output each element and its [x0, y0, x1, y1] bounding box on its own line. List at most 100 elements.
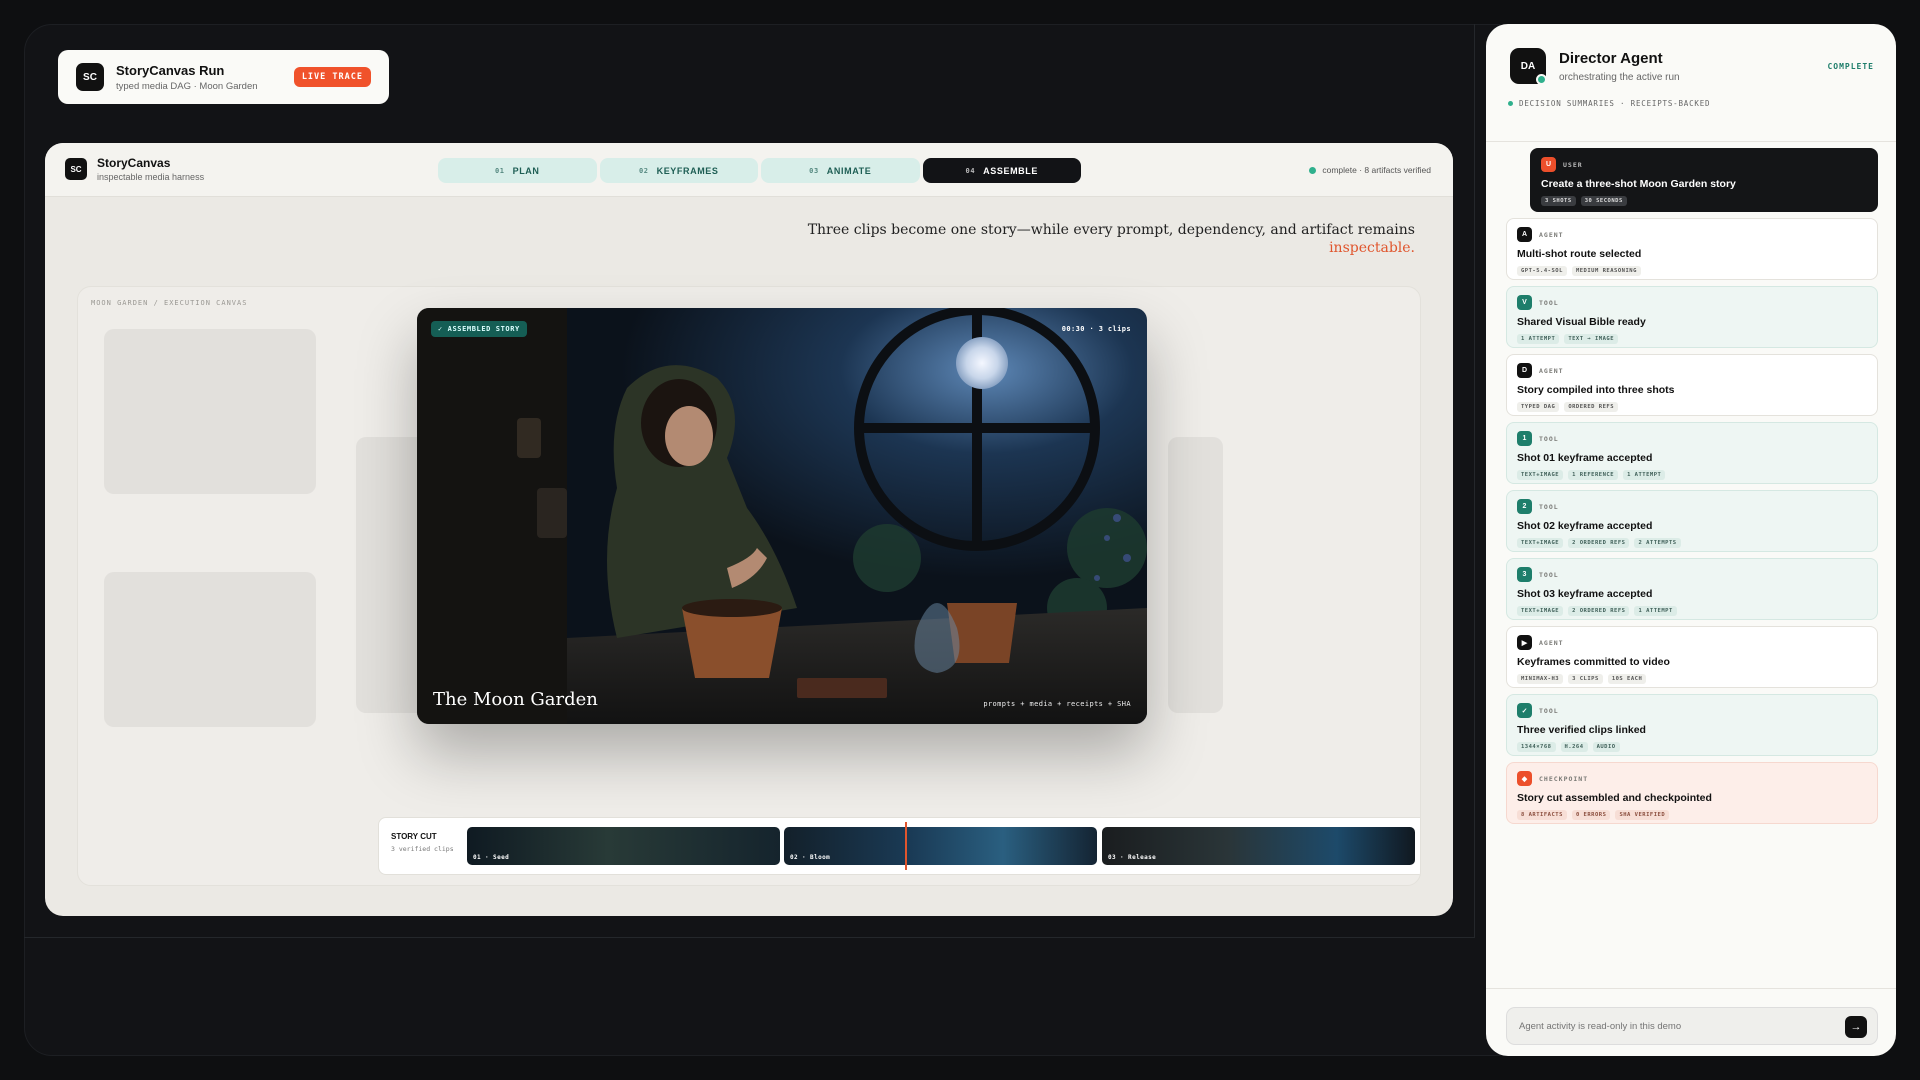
run-text: StoryCanvas Run typed media DAG · Moon G… — [116, 63, 258, 92]
event-chip: 10S EACH — [1607, 674, 1647, 684]
arrow-right-icon[interactable]: → — [1845, 1016, 1867, 1038]
dag-icon: D — [1517, 363, 1532, 378]
playhead[interactable] — [905, 822, 907, 870]
event-kind: TOOL — [1539, 706, 1559, 715]
assembled-story-badge: ✓ ASSEMBLED STORY — [431, 321, 527, 337]
agent-message-input[interactable] — [1519, 1008, 1819, 1044]
moon-garden-illustration — [417, 308, 1147, 724]
agent-icon: A — [1517, 227, 1532, 242]
stage-divider — [24, 937, 1474, 938]
event-agent[interactable]: A AGENT Multi-shot route selected GPT-5.4… — [1506, 218, 1878, 280]
event-chip: TEXT+IMAGE — [1517, 606, 1564, 616]
online-dot-icon — [1536, 74, 1547, 85]
run-subtitle: typed media DAG · Moon Garden — [116, 80, 258, 92]
app-identity: SC StoryCanvas inspectable media harness — [65, 156, 204, 182]
event-title: Create a three-shot Moon Garden story — [1541, 178, 1736, 190]
tag-dot-icon — [1508, 101, 1513, 106]
event-chip: 1 ATTEMPT — [1634, 606, 1677, 616]
status-text: complete · 8 artifacts verified — [1322, 165, 1431, 175]
timeline-clip[interactable]: 03 · Release — [1102, 827, 1415, 865]
shot-3-icon: 3 — [1517, 567, 1532, 582]
panel-tags-text: DECISION SUMMARIES · RECEIPTS-BACKED — [1519, 99, 1711, 108]
app-badge: SC — [65, 158, 87, 180]
event-chip: 3 SHOTS — [1541, 196, 1576, 206]
event-chip: 1 ATTEMPT — [1623, 470, 1666, 480]
event-tool[interactable]: 3 TOOL Shot 03 keyframe accepted TEXT+IMA… — [1506, 558, 1878, 620]
tab-keyframes[interactable]: 02 KEYFRAMES — [599, 158, 758, 183]
event-agent[interactable]: D AGENT Story compiled into three shots T… — [1506, 354, 1878, 416]
timeline-clip[interactable]: 01 · Seed — [467, 827, 780, 865]
event-kind: TOOL — [1539, 502, 1559, 511]
story-cut-label: STORY CUT — [391, 832, 437, 841]
timeline-clip[interactable]: 02 · Bloom — [784, 827, 1097, 865]
event-chip: H.264 — [1560, 742, 1588, 752]
event-chip: 2 ORDERED REFS — [1568, 538, 1630, 548]
activity-feed: U USER Create a three-shot Moon Garden st… — [1506, 142, 1878, 824]
play-icon: ▶ — [1517, 635, 1532, 650]
event-title: Shot 03 keyframe accepted — [1517, 588, 1653, 600]
app-window: SC StoryCanvas inspectable media harness… — [45, 143, 1453, 916]
run-header-card: SC StoryCanvas Run typed media DAG · Moo… — [58, 50, 389, 104]
event-kind: AGENT — [1539, 638, 1564, 647]
event-user[interactable]: U USER Create a three-shot Moon Garden st… — [1530, 148, 1878, 212]
event-chip: 30 SECONDS — [1580, 196, 1627, 206]
shot-2-icon: 2 — [1517, 499, 1532, 514]
event-title: Three verified clips linked — [1517, 724, 1646, 736]
event-chip: 3 CLIPS — [1568, 674, 1603, 684]
tab-label: PLAN — [512, 165, 540, 176]
checkpoint-icon: ◆ — [1517, 771, 1532, 786]
event-chip: 2 ORDERED REFS — [1568, 606, 1630, 616]
tab-number: 01 — [494, 166, 505, 175]
agent-input-bar: → — [1506, 1007, 1878, 1045]
run-badge: SC — [76, 63, 104, 91]
event-chip: 2 ATTEMPTS — [1634, 538, 1681, 548]
event-tool[interactable]: 1 TOOL Shot 01 keyframe accepted TEXT+IMA… — [1506, 422, 1878, 484]
event-chip: AUDIO — [1592, 742, 1620, 752]
event-tool[interactable]: V TOOL Shared Visual Bible ready 1 ATTEMP… — [1506, 286, 1878, 348]
event-tool[interactable]: ✓ TOOL Three verified clips linked 1344×7… — [1506, 694, 1878, 756]
event-kind: AGENT — [1539, 230, 1564, 239]
event-chip: ORDERED REFS — [1564, 402, 1619, 412]
run-status: complete · 8 artifacts verified — [1309, 165, 1431, 175]
hero-duration: 00:30 · 3 clips — [1061, 325, 1131, 333]
assembled-story-preview[interactable]: ✓ ASSEMBLED STORY 00:30 · 3 clips The Mo… — [417, 308, 1147, 724]
panel-tags: DECISION SUMMARIES · RECEIPTS-BACKED — [1508, 99, 1710, 108]
event-chip: 8 ARTIFACTS — [1517, 810, 1567, 820]
director-agent-panel: D A Director Agent orchestrating the acti… — [1486, 24, 1896, 1056]
tagline: Three clips become one story—while every… — [795, 221, 1415, 257]
panel-title: Director Agent — [1559, 50, 1663, 67]
event-title: Shot 01 keyframe accepted — [1517, 452, 1653, 464]
event-chip: 1 ATTEMPT — [1517, 334, 1560, 344]
ghost-node — [104, 572, 316, 727]
user-icon: U — [1541, 157, 1556, 172]
breadcrumb: MOON GARDEN / EXECUTION CANVAS — [91, 299, 248, 307]
app-subtitle: inspectable media harness — [97, 172, 205, 182]
event-chip: 1 REFERENCE — [1568, 470, 1619, 480]
event-checkpoint[interactable]: ◆ CHECKPOINT Story cut assembled and chec… — [1506, 762, 1878, 824]
event-chip: TEXT+IMAGE — [1517, 538, 1564, 548]
event-title: Shot 02 keyframe accepted — [1517, 520, 1653, 532]
event-agent[interactable]: ▶ AGENT Keyframes committed to video MINI… — [1506, 626, 1878, 688]
check-icon: ✓ — [1517, 703, 1532, 718]
event-chip: SHA VERIFIED — [1615, 810, 1670, 820]
app-title: StoryCanvas — [97, 156, 171, 170]
panel-status-badge: COMPLETE — [1827, 62, 1874, 71]
tab-plan[interactable]: 01 PLAN — [438, 158, 597, 183]
event-chip: 1344×768 — [1517, 742, 1556, 752]
tab-assemble[interactable]: 04 ASSEMBLE — [922, 158, 1081, 183]
event-chip: TEXT → IMAGE — [1564, 334, 1619, 344]
ghost-node — [104, 329, 316, 494]
live-trace-badge: LIVE TRACE — [293, 67, 371, 87]
clip-label: 01 · Seed — [473, 854, 510, 861]
story-cut-subtitle: 3 verified clips — [391, 845, 454, 853]
tagline-text: Three clips become one story—while every… — [807, 222, 1415, 238]
event-kind: CHECKPOINT — [1539, 774, 1589, 783]
tab-animate[interactable]: 03 ANIMATE — [761, 158, 920, 183]
event-kind: AGENT — [1539, 366, 1564, 375]
tab-label: ANIMATE — [826, 165, 872, 176]
run-title: StoryCanvas Run — [116, 62, 225, 78]
event-tool[interactable]: 2 TOOL Shot 02 keyframe accepted TEXT+IMA… — [1506, 490, 1878, 552]
event-title: Story compiled into three shots — [1517, 384, 1675, 396]
tab-number: 04 — [965, 166, 976, 175]
visual-bible-icon: V — [1517, 295, 1532, 310]
